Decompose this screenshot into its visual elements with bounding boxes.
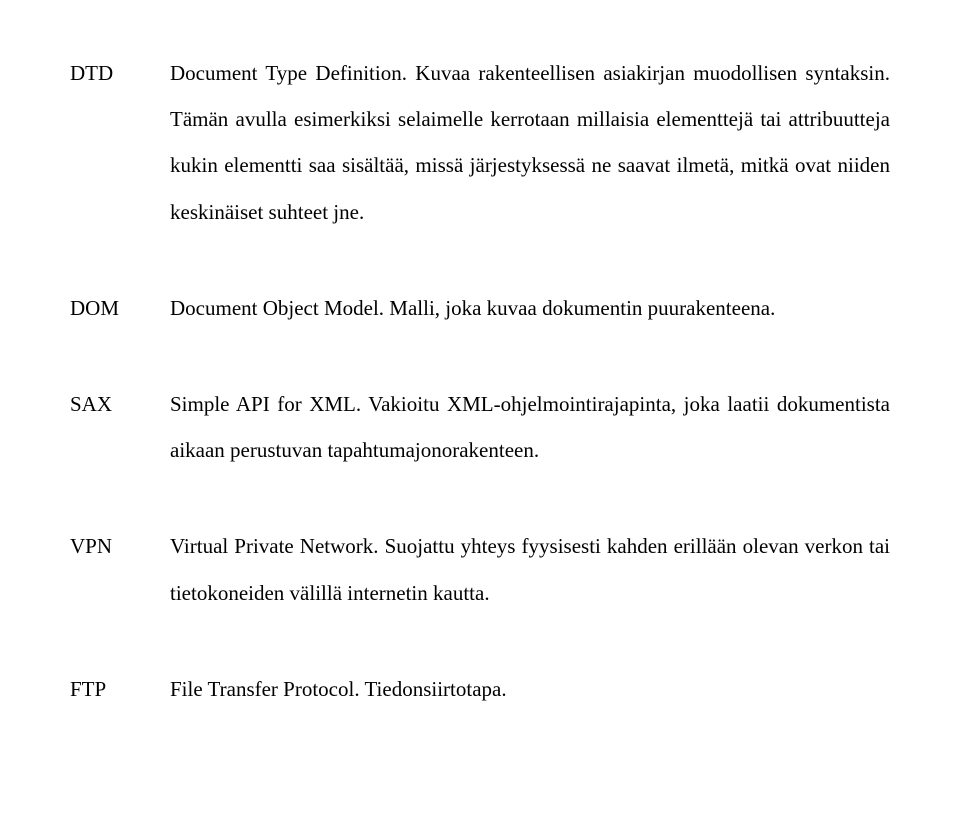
glossary-definition: Virtual Private Network. Suojattu yhteys… [170,523,890,615]
glossary-entry: DOM Document Object Model. Malli, joka k… [70,285,890,331]
glossary-term: VPN [70,523,170,615]
glossary-term: DTD [70,50,170,235]
glossary-entry: DTD Document Type Definition. Kuvaa rake… [70,50,890,235]
glossary-definition: File Transfer Protocol. Tiedonsiirtotapa… [170,666,890,712]
glossary-term: SAX [70,381,170,473]
glossary-entry: FTP File Transfer Protocol. Tiedonsiirto… [70,666,890,712]
glossary-definition: Document Type Definition. Kuvaa rakentee… [170,50,890,235]
glossary-definition: Document Object Model. Malli, joka kuvaa… [170,285,890,331]
glossary-term: DOM [70,285,170,331]
glossary-entry: VPN Virtual Private Network. Suojattu yh… [70,523,890,615]
glossary-term: FTP [70,666,170,712]
glossary-definition: Simple API for XML. Vakioitu XML-ohjelmo… [170,381,890,473]
glossary-entry: SAX Simple API for XML. Vakioitu XML-ohj… [70,381,890,473]
